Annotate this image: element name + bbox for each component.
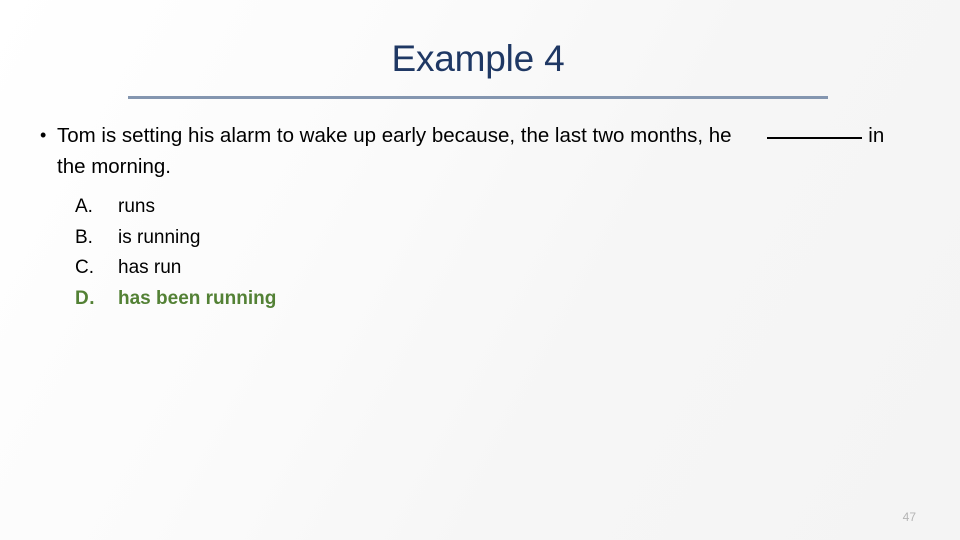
question-line-1: Tom is setting his alarm to wake up earl… — [57, 124, 732, 147]
choice-item-b[interactable]: B. is running — [75, 223, 912, 254]
choice-text-a: runs — [118, 196, 155, 217]
title-divider — [128, 96, 828, 99]
choice-text-c: has run — [118, 257, 182, 278]
bullet-icon: • — [40, 125, 47, 145]
title-block: Example 4 — [120, 36, 836, 82]
choice-item-d[interactable]: D. has been running — [75, 284, 912, 315]
choice-list: A. runs B. is running C. has run D. has … — [32, 192, 912, 314]
choice-letter-a: A. — [75, 196, 93, 217]
slide-canvas: Example 4 • Tom is setting his alarm to … — [0, 0, 960, 540]
question-bullet-item: • Tom is setting his alarm to wake up ea… — [32, 120, 912, 182]
choice-letter-d: D. — [75, 287, 95, 309]
choice-letter-c: C. — [75, 257, 94, 278]
question-text: Tom is setting his alarm to wake up earl… — [57, 120, 912, 182]
choice-item-a[interactable]: A. runs — [75, 192, 912, 223]
choice-text-b: is running — [118, 226, 201, 248]
page-title: Example 4 — [391, 38, 565, 79]
fill-in-blank — [767, 137, 863, 139]
question-body: • Tom is setting his alarm to wake up ea… — [32, 120, 912, 314]
choice-item-c[interactable]: C. has run — [75, 253, 912, 284]
page-number: 47 — [902, 510, 916, 524]
choice-text-d: has been running — [118, 287, 277, 309]
choice-letter-b: B. — [75, 226, 93, 248]
